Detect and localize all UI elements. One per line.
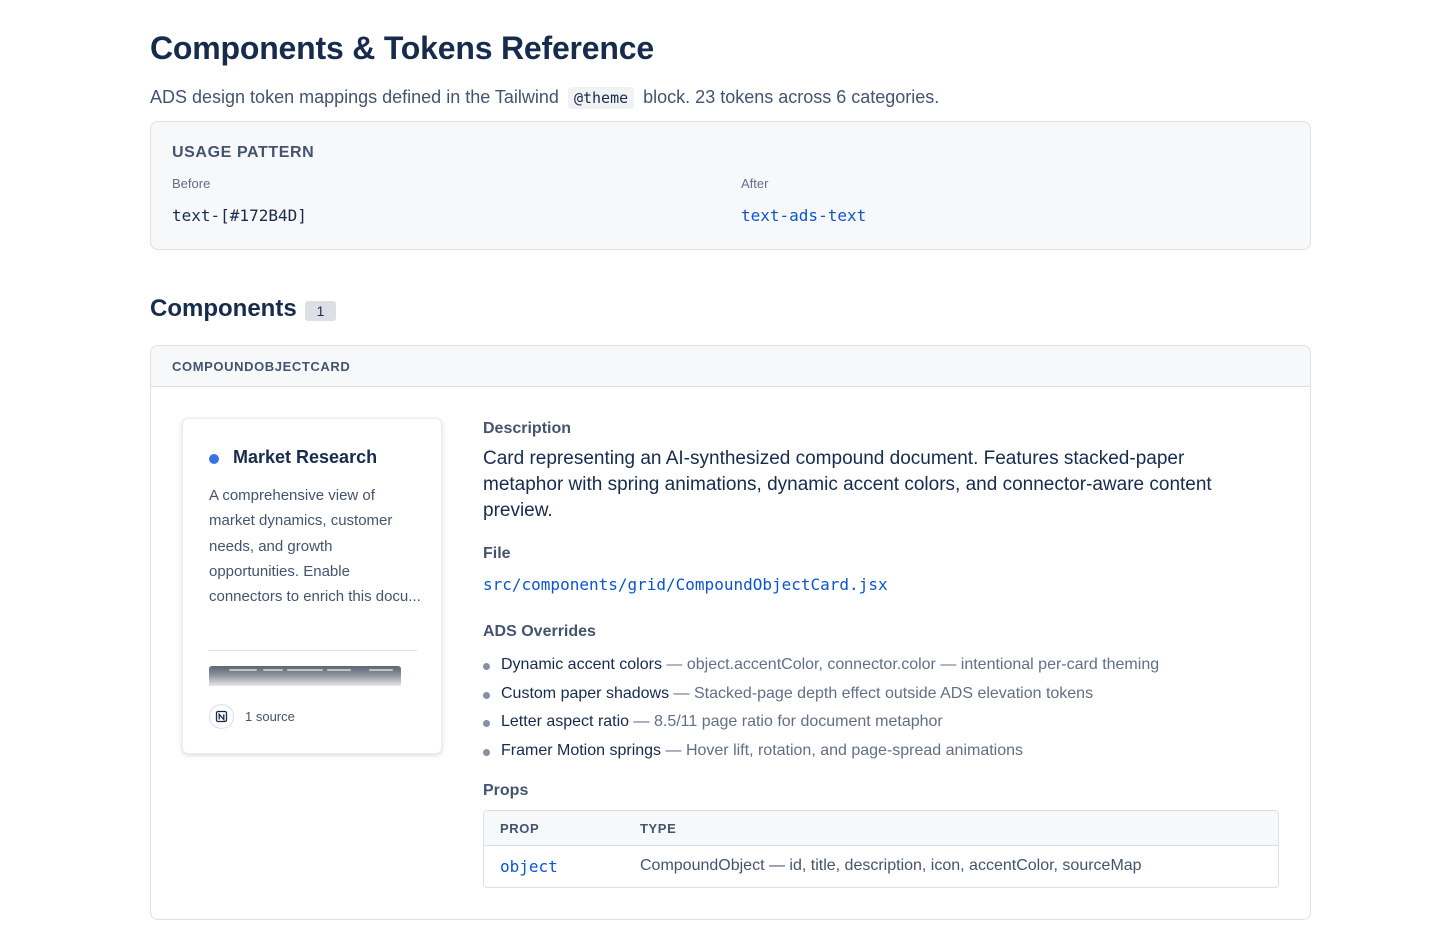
bullet-icon — [483, 691, 490, 699]
override-detail: — 8.5/11 page ratio for document metapho… — [633, 713, 943, 731]
column-header-type: TYPE — [640, 821, 677, 836]
prop-type: CompoundObject — id, title, description,… — [640, 857, 1142, 874]
list-item: Dynamic accent colors — object.accentCol… — [483, 651, 1159, 680]
override-detail: — Stacked-page depth effect outside ADS … — [673, 684, 1094, 702]
component-description: Card representing an AI-synthesized comp… — [483, 448, 1212, 521]
override-detail: — Hover lift, rotation, and page-spread … — [665, 742, 1024, 760]
bullet-icon — [483, 749, 490, 757]
accent-dot-icon — [209, 454, 219, 464]
bullet-icon — [483, 720, 490, 728]
preview-card-title: Market Research — [233, 447, 378, 467]
page-subtitle: ADS design token mappings defined in the… — [150, 84, 939, 111]
props-table: PROP TYPE object CompoundObject — id, ti… — [483, 810, 1279, 888]
theme-code-snippet: @theme — [567, 87, 635, 109]
override-name: Letter aspect ratio — [501, 713, 630, 731]
usage-pattern-panel: USAGE PATTERN Before text-[#172B4D] Afte… — [150, 121, 1311, 250]
description-label: Description — [483, 420, 572, 437]
after-code: text-ads-text — [741, 206, 867, 225]
page-title: Components & Tokens Reference — [150, 30, 654, 66]
ads-overrides-list: Dynamic accent colors — object.accentCol… — [483, 651, 1159, 766]
override-name: Framer Motion springs — [501, 742, 662, 760]
list-item: Letter aspect ratio — 8.5/11 page ratio … — [483, 708, 1159, 737]
components-count-badge: 1 — [305, 301, 336, 321]
column-header-prop: PROP — [500, 821, 540, 836]
table-row: object CompoundObject — id, title, descr… — [484, 846, 1278, 887]
component-name-header: COMPOUNDOBJECTCARD — [151, 346, 1310, 387]
file-label: File — [483, 545, 511, 562]
list-item: Framer Motion springs — Hover lift, rota… — [483, 737, 1159, 766]
bullet-icon — [483, 663, 490, 670]
component-card-compoundobjectcard: COMPOUNDOBJECTCARD Market Research A com… — [150, 345, 1311, 920]
subtitle-text-before: ADS design token mappings defined in the… — [150, 87, 559, 107]
source-count: 1 source — [245, 709, 295, 724]
prop-name: object — [500, 857, 558, 876]
override-name: Custom paper shadows — [501, 684, 670, 702]
override-name: Dynamic accent colors — [501, 656, 662, 673]
notion-icon — [209, 704, 234, 729]
preview-card-description: A comprehensive view of market dynamics,… — [209, 487, 421, 606]
components-section-title: Components — [150, 295, 297, 322]
document-thumbnail-image — [209, 666, 401, 686]
subtitle-text-after: block. 23 tokens across 6 categories. — [643, 87, 940, 107]
list-item: Custom paper shadows — Stacked-page dept… — [483, 680, 1159, 709]
after-label: After — [741, 176, 769, 191]
props-label: Props — [483, 782, 529, 799]
compound-object-card-preview[interactable]: Market Research A comprehensive view of … — [182, 418, 442, 754]
before-label: Before — [172, 176, 211, 191]
file-path-link[interactable]: src/components/grid/CompoundObjectCard.j… — [483, 575, 888, 594]
override-detail: — object.accentColor, connector.color — … — [666, 656, 1160, 673]
ads-overrides-label: ADS Overrides — [483, 623, 596, 640]
props-table-header: PROP TYPE — [484, 811, 1278, 846]
preview-card-divider — [209, 650, 417, 651]
usage-pattern-title: USAGE PATTERN — [172, 144, 315, 161]
before-code: text-[#172B4D] — [172, 206, 307, 225]
